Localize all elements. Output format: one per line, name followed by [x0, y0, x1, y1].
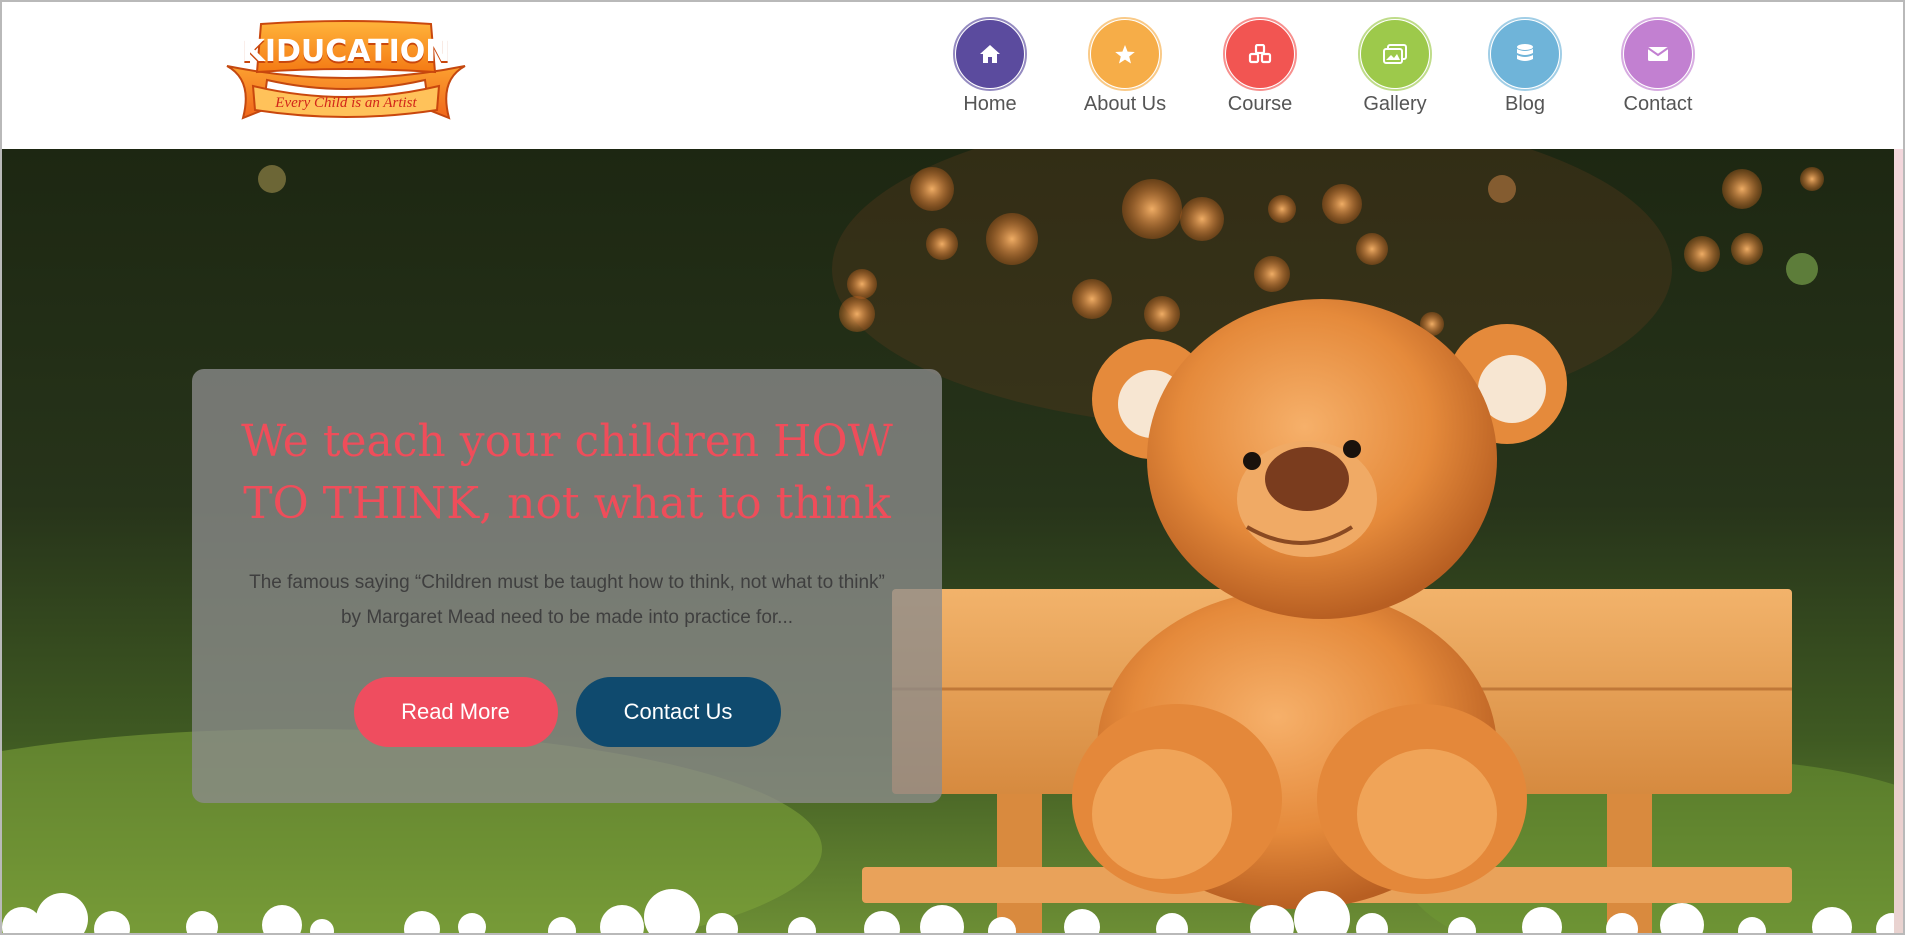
- nav-label-gallery: Gallery: [1363, 93, 1427, 115]
- nav-label-course: Course: [1227, 93, 1293, 115]
- nav-label-contact: Contact: [1623, 93, 1693, 115]
- cloud-border-decoration: [2, 889, 1897, 933]
- hero-button-row: Read More Contact Us: [192, 677, 942, 747]
- image-icon: [1358, 17, 1432, 91]
- hero-caption-card: We teach your children HOW TO THINK, not…: [192, 369, 942, 803]
- nav-label-home: Home: [963, 93, 1017, 115]
- hero-slider: We teach your children HOW TO THINK, not…: [2, 149, 1897, 933]
- hero-title: We teach your children HOW TO THINK, not…: [241, 416, 893, 529]
- logo-wordmark: KIDUCATION: [241, 34, 451, 69]
- logo-tagline: Every Child is an Artist: [275, 95, 417, 111]
- star-icon: [1088, 17, 1162, 91]
- contact-us-button[interactable]: Contact Us: [575, 677, 781, 747]
- home-icon: [953, 17, 1027, 91]
- nav-item-home[interactable]: Home: [930, 17, 1050, 116]
- nav-item-about-us[interactable]: About Us: [1065, 17, 1185, 116]
- cubes-icon: [1223, 17, 1297, 91]
- nav-item-gallery[interactable]: Gallery: [1335, 17, 1455, 116]
- scrollbar-track[interactable]: [1894, 149, 1903, 933]
- nav-label-about-us: About Us: [1083, 93, 1167, 115]
- site-header: KIDUCATION Every Child is an Artist Home…: [2, 2, 1903, 149]
- envelope-icon: [1621, 17, 1695, 91]
- nav-label-blog: Blog: [1504, 93, 1546, 115]
- nav-item-contact[interactable]: Contact: [1598, 17, 1718, 116]
- nav-item-blog[interactable]: Blog: [1465, 17, 1585, 116]
- browser-viewport: KIDUCATION Every Child is an Artist Home…: [0, 0, 1905, 935]
- read-more-button[interactable]: Read More: [353, 677, 558, 747]
- site-logo[interactable]: KIDUCATION Every Child is an Artist: [223, 20, 469, 122]
- nav-item-course[interactable]: Course: [1200, 17, 1320, 116]
- hero-description: The famous saying “Children must be taug…: [249, 572, 885, 628]
- database-icon: [1488, 17, 1562, 91]
